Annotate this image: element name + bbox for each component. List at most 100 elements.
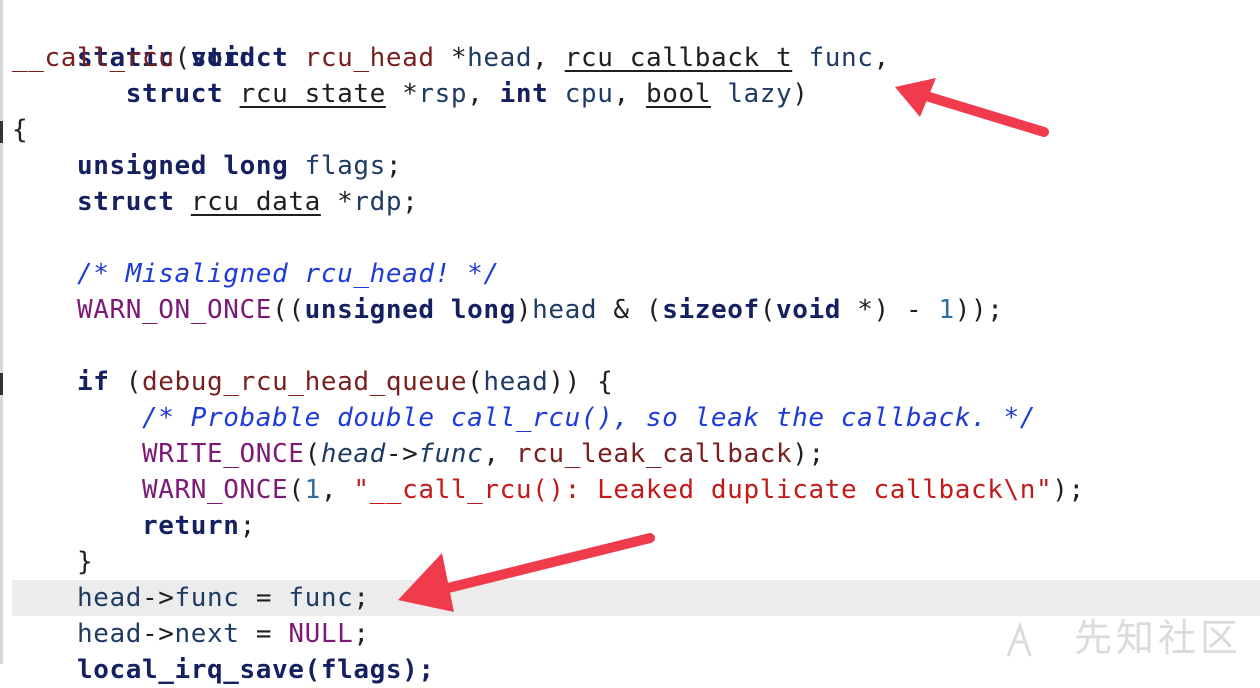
- keyword: if: [77, 367, 110, 397]
- punct: ,: [483, 439, 516, 469]
- code-line-current[interactable]: head->func = func;: [12, 580, 1260, 616]
- identifier: func: [174, 583, 240, 613]
- keyword: int: [499, 79, 549, 109]
- code-line[interactable]: /* Misaligned rcu_head! */: [12, 256, 500, 292]
- punct: *: [434, 43, 468, 73]
- code-line[interactable]: if (debug_rcu_head_queue(head)) {: [12, 364, 613, 400]
- code-line[interactable]: return;: [12, 508, 256, 544]
- punct: (: [288, 475, 305, 505]
- identifier: head: [77, 619, 143, 649]
- punct: ->: [385, 439, 419, 469]
- punct: (: [467, 367, 484, 397]
- identifier: head: [320, 439, 386, 469]
- punct: *) -: [841, 295, 939, 325]
- punct: ): [515, 295, 533, 325]
- identifier: func: [808, 43, 874, 73]
- punct: ,: [613, 79, 646, 109]
- code-line[interactable]: WARN_ON_ONCE((unsigned long)head & (size…: [12, 292, 1004, 328]
- punct: ,: [467, 79, 500, 109]
- punct: *: [320, 187, 354, 217]
- punct: ,: [320, 475, 354, 505]
- punct: ): [792, 79, 809, 109]
- punct: ((: [272, 295, 305, 325]
- watermark: 先知社区: [1073, 616, 1242, 660]
- punct: *: [385, 79, 419, 109]
- punct: (: [174, 43, 191, 73]
- code-line[interactable]: WRITE_ONCE(head->func, rcu_leak_callback…: [12, 436, 825, 472]
- function-name: rcu_leak_callback: [515, 439, 793, 469]
- brace: }: [77, 547, 94, 577]
- type-name: rcu_state: [239, 79, 386, 109]
- code-line[interactable]: struct rcu_state *rsp, int cpu, bool laz…: [12, 76, 809, 112]
- identifier: head: [483, 367, 549, 397]
- string-literal: "__call_rcu(): Leaked duplicate callback…: [353, 475, 1053, 505]
- function-name: debug_rcu_head_queue: [142, 367, 468, 397]
- macro-name: WRITE_ONCE: [142, 439, 305, 469]
- keyword: return: [142, 511, 240, 541]
- keyword: long: [223, 151, 289, 181]
- punct: ;: [402, 187, 419, 217]
- punct: ));: [954, 295, 1004, 325]
- identifier: head: [77, 583, 143, 613]
- punct: ;: [385, 151, 403, 181]
- code-editor[interactable]: static void __call_rcu(struct rcu_head *…: [0, 0, 1260, 685]
- code-line[interactable]: __call_rcu(struct rcu_head *head, rcu_ca…: [12, 40, 890, 76]
- code-line[interactable]: static void: [12, 4, 256, 73]
- identifier: head: [532, 295, 598, 325]
- identifier: lazy: [727, 79, 793, 109]
- function-name: __call_rcu: [12, 43, 175, 73]
- code-line[interactable]: unsigned long flags;: [12, 148, 402, 184]
- punct: ,: [873, 43, 890, 73]
- code-line[interactable]: {: [12, 112, 28, 148]
- watermark-logo-icon: [1006, 622, 1032, 657]
- identifier: rdp: [353, 187, 403, 217]
- type-name: rcu_data: [190, 187, 321, 217]
- keyword: unsigned: [77, 151, 208, 181]
- punct: (: [109, 367, 143, 397]
- gutter-marker: [0, 373, 3, 395]
- keyword: struct: [77, 187, 175, 217]
- keyword: sizeof: [662, 295, 760, 325]
- keyword: void: [775, 295, 841, 325]
- punct: ;: [239, 511, 256, 541]
- identifier: rsp: [418, 79, 468, 109]
- code-line[interactable]: /* Probable double call_rcu(), so leak t…: [12, 400, 1036, 436]
- identifier: head: [467, 43, 533, 73]
- punct: & (: [597, 295, 663, 325]
- code-line[interactable]: local_irq_save(flags);: [12, 652, 435, 688]
- punct: ;: [353, 583, 370, 613]
- punct: ;: [353, 619, 370, 649]
- punct: );: [1052, 475, 1085, 505]
- type-name: bool: [645, 79, 711, 109]
- keyword: unsigned: [304, 295, 435, 325]
- identifier: cpu: [564, 79, 614, 109]
- gutter-marker: [0, 121, 3, 143]
- punct: =: [239, 583, 289, 613]
- code-comment: /* Probable double call_rcu(), so leak t…: [142, 403, 1036, 433]
- code-line[interactable]: struct rcu_data *rdp;: [12, 184, 418, 220]
- punct: [792, 43, 808, 73]
- red-arrow-icon: [895, 78, 1049, 137]
- macro-name: WARN_ON_ONCE: [77, 295, 273, 325]
- identifier: flags: [304, 151, 386, 181]
- punct: ->: [142, 619, 175, 649]
- punct: ,: [532, 43, 565, 73]
- editor-gutter: [0, 0, 3, 664]
- code-line[interactable]: }: [12, 544, 93, 580]
- identifier: next: [174, 619, 240, 649]
- type-name: rcu_callback_t: [564, 43, 793, 73]
- punct: )) {: [548, 367, 614, 397]
- keyword: struct: [190, 43, 289, 73]
- macro-name: NULL: [288, 619, 354, 649]
- punct: (: [759, 295, 776, 325]
- identifier: func: [288, 583, 354, 613]
- code-line[interactable]: head->next = NULL;: [12, 616, 370, 652]
- punct: =: [239, 619, 289, 649]
- identifier: func: [418, 439, 484, 469]
- code-text: local_irq_save(flags);: [77, 655, 435, 685]
- macro-name: WARN_ONCE: [142, 475, 289, 505]
- code-line[interactable]: WARN_ONCE(1, "__call_rcu(): Leaked dupli…: [12, 472, 1085, 508]
- punct: ->: [142, 583, 175, 613]
- number-literal: 1: [938, 295, 955, 325]
- type-name: rcu_head: [304, 43, 435, 73]
